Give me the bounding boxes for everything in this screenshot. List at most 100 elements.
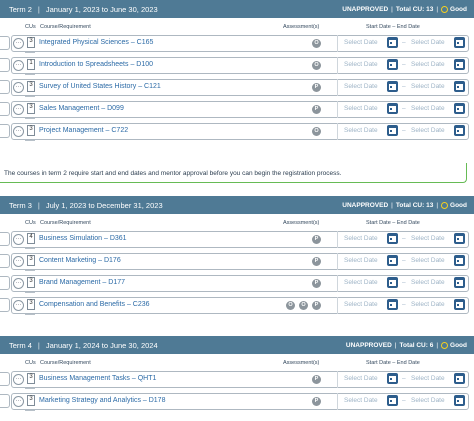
objective-assessment-icon[interactable]: O	[312, 127, 321, 136]
more-options-icon[interactable]: ···	[13, 256, 24, 267]
end-date-field[interactable]: Select Date	[411, 235, 445, 242]
start-date-field[interactable]: Select Date	[344, 61, 378, 68]
start-calendar-icon[interactable]	[387, 233, 398, 244]
start-date-field[interactable]: Select Date	[344, 105, 378, 112]
row-toggle[interactable]	[0, 36, 10, 50]
start-date-field[interactable]: Select Date	[344, 301, 378, 308]
end-calendar-icon[interactable]	[454, 37, 465, 48]
start-calendar-icon[interactable]	[387, 373, 398, 384]
row-toggle[interactable]	[0, 298, 10, 312]
objective-assessment-icon[interactable]: O	[312, 61, 321, 70]
end-calendar-icon[interactable]	[454, 125, 465, 136]
row-toggle[interactable]	[0, 372, 10, 386]
start-date-field[interactable]: Select Date	[344, 39, 378, 46]
end-calendar-icon[interactable]	[454, 299, 465, 310]
row-toggle[interactable]	[0, 124, 10, 138]
end-date-field[interactable]: Select Date	[411, 279, 445, 286]
start-calendar-icon[interactable]	[387, 277, 398, 288]
course-name-link[interactable]: Survey of United States History – C121	[39, 83, 161, 90]
more-options-icon[interactable]: ···	[13, 82, 24, 93]
performance-assessment-icon[interactable]: P	[312, 279, 321, 288]
header-divider: |	[37, 4, 40, 14]
course-name-link[interactable]: Compensation and Benefits – C236	[39, 301, 150, 308]
objective-assessment-icon[interactable]: O	[299, 301, 308, 310]
row-toggle[interactable]	[0, 102, 10, 116]
more-options-icon[interactable]: ···	[13, 126, 24, 137]
more-options-icon[interactable]: ···	[13, 278, 24, 289]
end-date-field[interactable]: Select Date	[411, 257, 445, 264]
more-options-icon[interactable]: ···	[13, 374, 24, 385]
start-calendar-icon[interactable]	[387, 299, 398, 310]
start-calendar-icon[interactable]	[387, 255, 398, 266]
more-options-icon[interactable]: ···	[13, 38, 24, 49]
start-calendar-icon[interactable]	[387, 103, 398, 114]
course-name-link[interactable]: Brand Management – D177	[39, 279, 125, 286]
col-assessment: Assessment(s)	[283, 24, 320, 30]
end-calendar-icon[interactable]	[454, 103, 465, 114]
course-name-link[interactable]: Marketing Strategy and Analytics – D178	[39, 397, 165, 404]
end-calendar-icon[interactable]	[454, 59, 465, 70]
end-date-field[interactable]: Select Date	[411, 83, 445, 90]
start-calendar-icon[interactable]	[387, 125, 398, 136]
row-toggle[interactable]	[0, 394, 10, 408]
term-header[interactable]: Term 2 | January 1, 2023 to June 30, 2023 U…	[0, 0, 474, 18]
end-date-field[interactable]: Select Date	[411, 301, 445, 308]
start-date-field[interactable]: Select Date	[344, 83, 378, 90]
end-calendar-icon[interactable]	[454, 255, 465, 266]
performance-assessment-icon[interactable]: P	[312, 257, 321, 266]
end-date-field[interactable]: Select Date	[411, 61, 445, 68]
end-calendar-icon[interactable]	[454, 395, 465, 406]
row-toggle[interactable]	[0, 232, 10, 246]
start-date-field[interactable]: Select Date	[344, 235, 378, 242]
end-calendar-icon[interactable]	[454, 233, 465, 244]
performance-assessment-icon[interactable]: P	[312, 235, 321, 244]
more-options-icon[interactable]: ···	[13, 234, 24, 245]
start-date-field[interactable]: Select Date	[344, 127, 378, 134]
performance-assessment-icon[interactable]: P	[312, 83, 321, 92]
start-calendar-icon[interactable]	[387, 59, 398, 70]
course-name-link[interactable]: Integrated Physical Sciences – C165	[39, 39, 153, 46]
performance-assessment-icon[interactable]: P	[312, 301, 321, 310]
end-calendar-icon[interactable]	[454, 81, 465, 92]
course-name-link[interactable]: Sales Management – D099	[39, 105, 124, 112]
end-date-field[interactable]: Select Date	[411, 375, 445, 382]
end-calendar-icon[interactable]	[454, 277, 465, 288]
start-calendar-icon[interactable]	[387, 37, 398, 48]
course-name-link[interactable]: Introduction to Spreadsheets – D100	[39, 61, 153, 68]
course-name-link[interactable]: Project Management – C722	[39, 127, 128, 134]
col-course: Course/Requirement	[40, 24, 91, 30]
course-name-link[interactable]: Business Simulation – D361	[39, 235, 127, 242]
course-name-link[interactable]: Business Management Tasks – QHT1	[39, 375, 156, 382]
more-options-icon[interactable]: ···	[13, 104, 24, 115]
start-calendar-icon[interactable]	[387, 81, 398, 92]
summary-divider: |	[391, 201, 393, 209]
row-toggle[interactable]	[0, 276, 10, 290]
term-summary: UNAPPROVED | Total CU: 13 | Good	[342, 201, 467, 209]
more-options-icon[interactable]: ···	[13, 60, 24, 71]
end-date-field[interactable]: Select Date	[411, 39, 445, 46]
start-date-field[interactable]: Select Date	[344, 397, 378, 404]
start-date-field[interactable]: Select Date	[344, 279, 378, 286]
term-header[interactable]: Term 4 | January 1, 2024 to June 30, 2024 U…	[0, 336, 474, 354]
end-date-field[interactable]: Select Date	[411, 397, 445, 404]
row-toggle[interactable]	[0, 58, 10, 72]
end-date-field[interactable]: Select Date	[411, 127, 445, 134]
row-toggle[interactable]	[0, 254, 10, 268]
performance-assessment-icon[interactable]: P	[312, 397, 321, 406]
performance-assessment-icon[interactable]: P	[312, 375, 321, 384]
more-options-icon[interactable]: ···	[13, 300, 24, 311]
course-name-link[interactable]: Content Marketing – D176	[39, 257, 121, 264]
summary-divider: |	[436, 341, 439, 349]
term-header[interactable]: Term 3 | July 1, 2023 to December 31, 2023…	[0, 196, 474, 214]
objective-assessment-icon[interactable]: O	[286, 301, 295, 310]
row-toggle[interactable]	[0, 80, 10, 94]
start-calendar-icon[interactable]	[387, 395, 398, 406]
more-options-icon[interactable]: ···	[13, 396, 24, 407]
start-date-field[interactable]: Select Date	[344, 257, 378, 264]
end-calendar-icon[interactable]	[454, 373, 465, 384]
col-assessment: Assessment(s)	[283, 360, 320, 366]
end-date-field[interactable]: Select Date	[411, 105, 445, 112]
start-date-field[interactable]: Select Date	[344, 375, 378, 382]
performance-assessment-icon[interactable]: P	[312, 105, 321, 114]
objective-assessment-icon[interactable]: O	[312, 39, 321, 48]
